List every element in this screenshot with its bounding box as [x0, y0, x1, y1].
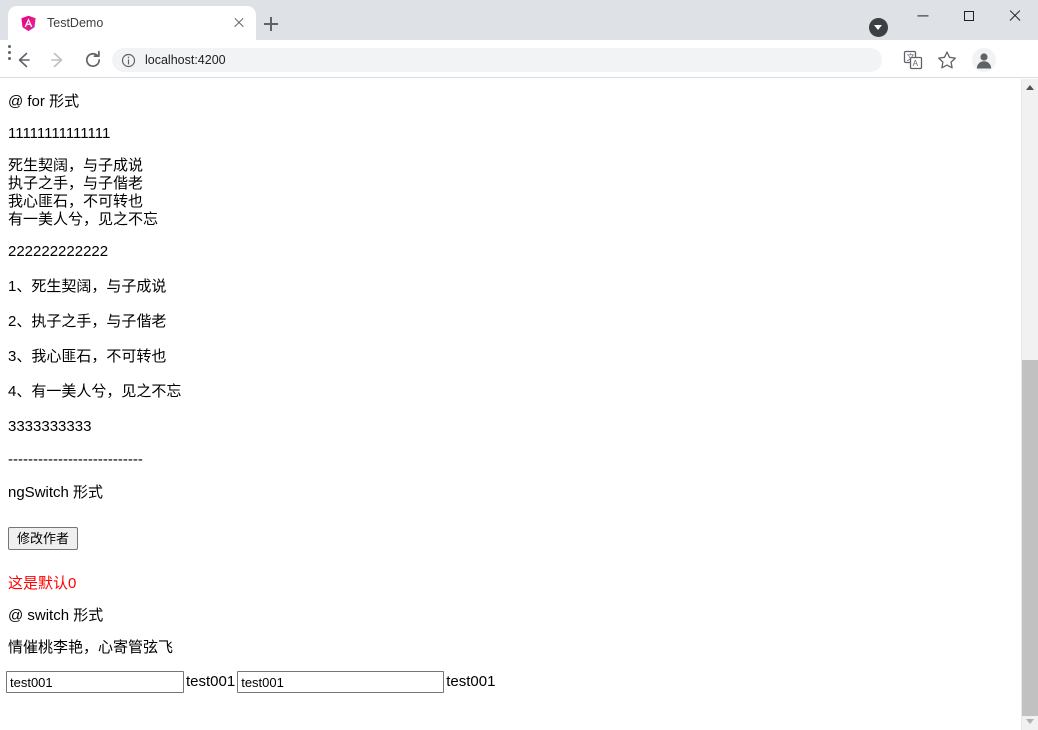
plus-icon[interactable]	[258, 11, 284, 37]
close-icon[interactable]	[992, 0, 1038, 32]
modify-author-button[interactable]: 修改作者	[8, 527, 79, 550]
scroll-up-arrow-icon[interactable]	[1022, 79, 1038, 96]
author-label-one: test001	[186, 673, 236, 690]
poem-block: 死生契阔，与子成说 执子之手，与子偕老 我心匪石，不可转也 有一美人兮，见之不忘	[8, 157, 1021, 229]
heading-for-syntax: @ for 形式	[8, 93, 80, 110]
star-icon[interactable]	[936, 49, 958, 71]
translate-icon[interactable]: 文 A	[902, 49, 924, 71]
author-input-two[interactable]	[237, 671, 445, 693]
forward-arrow-icon	[45, 47, 71, 73]
back-arrow-icon[interactable]	[10, 47, 36, 73]
close-icon[interactable]	[230, 14, 248, 32]
address-bar-url: localhost:4200	[145, 53, 226, 67]
list-item: 4、有一美人兮，见之不忘	[8, 383, 182, 400]
address-bar[interactable]: localhost:4200	[112, 48, 882, 72]
scrollbar-thumb[interactable]	[1022, 360, 1038, 716]
marker-twos: 222222222222	[8, 243, 109, 260]
heading-ngswitch: ngSwitch 形式	[8, 484, 104, 501]
switch-result-text: 情催桃李艳，心寄管弦飞	[8, 639, 174, 656]
info-circle-icon[interactable]	[121, 53, 136, 68]
angular-demo-page: @ for 形式 11111111111111 死生契阔，与子成说 执子之手，与…	[0, 79, 1021, 703]
marker-threes: 3333333333	[8, 418, 92, 435]
list-item: 2、执子之手，与子偕老	[8, 313, 167, 330]
poem-line: 执子之手，与子偕老	[8, 175, 144, 192]
svg-text:A: A	[913, 59, 919, 68]
list-item: 3、我心匪石，不可转也	[8, 348, 167, 365]
browser-toolbar: localhost:4200 文 A	[0, 40, 1038, 78]
tab-search-chevron-down-icon[interactable]	[869, 18, 888, 37]
angular-logo-icon	[20, 15, 37, 32]
browser-tab[interactable]: TestDemo	[8, 6, 256, 40]
page-scrollbar[interactable]	[1021, 79, 1038, 730]
inputs-row: test001 test001	[0, 671, 1021, 693]
heading-switch-syntax: @ switch 形式	[8, 607, 104, 624]
tab-strip: TestDemo	[0, 0, 1038, 40]
list-item: 1、死生契阔，与子成说	[8, 278, 167, 295]
marker-ones: 11111111111111	[8, 125, 111, 142]
profile-avatar-icon[interactable]	[972, 48, 996, 72]
minimize-icon[interactable]	[900, 0, 946, 32]
poem-line: 死生契阔，与子成说	[8, 157, 144, 174]
page-viewport: @ for 形式 11111111111111 死生契阔，与子成说 执子之手，与…	[0, 79, 1038, 730]
section-divider: ---------------------------	[8, 451, 143, 468]
author-label-two: test001	[446, 673, 496, 690]
poem-line: 我心匪石，不可转也	[8, 193, 144, 210]
maximize-icon[interactable]	[946, 0, 992, 32]
browser-window: TestDemo localhost:4200 A @ for 形式 11111…	[0, 0, 1038, 730]
scroll-down-arrow-icon[interactable]	[1022, 713, 1038, 730]
default-case-text: 这是默认0	[8, 575, 77, 592]
reload-icon[interactable]	[80, 47, 106, 73]
author-input-one[interactable]	[6, 671, 184, 693]
poem-line: 有一美人兮，见之不忘	[8, 211, 159, 228]
tab-title: TestDemo	[47, 16, 104, 30]
